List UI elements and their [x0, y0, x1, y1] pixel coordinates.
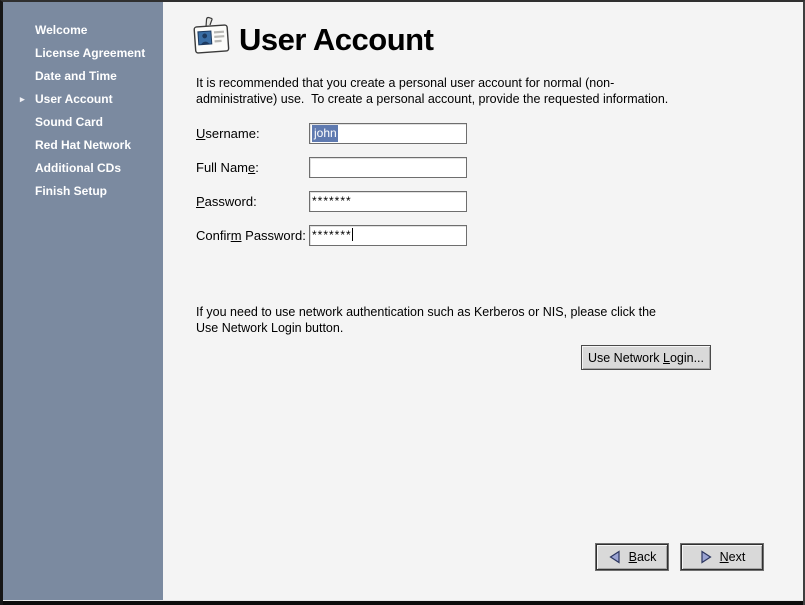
setup-wizard-window: Welcome License Agreement Date and Time … [0, 0, 805, 605]
id-badge-icon [191, 16, 231, 58]
sidebar-item-license-agreement[interactable]: License Agreement [3, 42, 163, 65]
steps-sidebar: Welcome License Agreement Date and Time … [3, 2, 163, 600]
sidebar-item-label: Red Hat Network [35, 138, 131, 152]
masked-password: ******* [312, 194, 352, 208]
masked-password: ******* [312, 228, 352, 242]
sidebar-item-date-and-time[interactable]: Date and Time [3, 65, 163, 88]
sidebar-item-finish-setup[interactable]: Finish Setup [3, 180, 163, 203]
use-network-login-button[interactable]: Use Network Login... [581, 345, 711, 370]
use-network-login-label: Use Network Login... [588, 351, 704, 365]
text-caret [352, 228, 353, 241]
full-name-label: Full Name: [196, 160, 259, 175]
sidebar-item-label: Date and Time [35, 69, 117, 83]
back-button[interactable]: Back [596, 544, 668, 570]
sidebar-item-welcome[interactable]: Welcome [3, 19, 163, 42]
username-input[interactable]: john [309, 123, 467, 144]
network-auth-line-2: Use Network Login button. [196, 321, 343, 335]
network-auth-line-1: If you need to use network authenticatio… [196, 305, 656, 319]
sidebar-item-label: User Account [35, 92, 113, 106]
page-title: User Account [239, 22, 433, 58]
sidebar-item-label: Additional CDs [35, 161, 121, 175]
window-bottom-edge [3, 600, 803, 605]
confirm-password-input[interactable]: ******* [309, 225, 467, 246]
content-pane: User Account It is recommended that you … [163, 2, 803, 600]
sidebar-item-additional-cds[interactable]: Additional CDs [3, 157, 163, 180]
selected-text: john [312, 125, 338, 142]
sidebar-item-label: Sound Card [35, 115, 103, 129]
back-label: Back [629, 550, 657, 564]
full-name-input[interactable] [309, 157, 467, 178]
arrow-left-icon [608, 550, 622, 564]
arrow-right-icon [699, 550, 713, 564]
confirm-password-label: Confirm Password: [196, 228, 306, 243]
next-button[interactable]: Next [681, 544, 763, 570]
active-step-arrow-icon: ▸ [20, 88, 25, 111]
sidebar-item-sound-card[interactable]: Sound Card [3, 111, 163, 134]
network-auth-text: If you need to use network authenticatio… [196, 304, 656, 336]
username-label: Username: [196, 126, 260, 141]
sidebar-item-label: Finish Setup [35, 184, 107, 198]
password-input[interactable]: ******* [309, 191, 467, 212]
sidebar-item-label: Welcome [35, 23, 87, 37]
sidebar-item-user-account[interactable]: ▸ User Account [3, 88, 163, 111]
intro-line-2: administrative) use. To create a persona… [196, 92, 668, 106]
intro-text: It is recommended that you create a pers… [196, 75, 668, 107]
next-label: Next [720, 550, 746, 564]
password-label: Password: [196, 194, 257, 209]
sidebar-item-red-hat-network[interactable]: Red Hat Network [3, 134, 163, 157]
intro-line-1: It is recommended that you create a pers… [196, 76, 614, 90]
sidebar-item-label: License Agreement [35, 46, 145, 60]
